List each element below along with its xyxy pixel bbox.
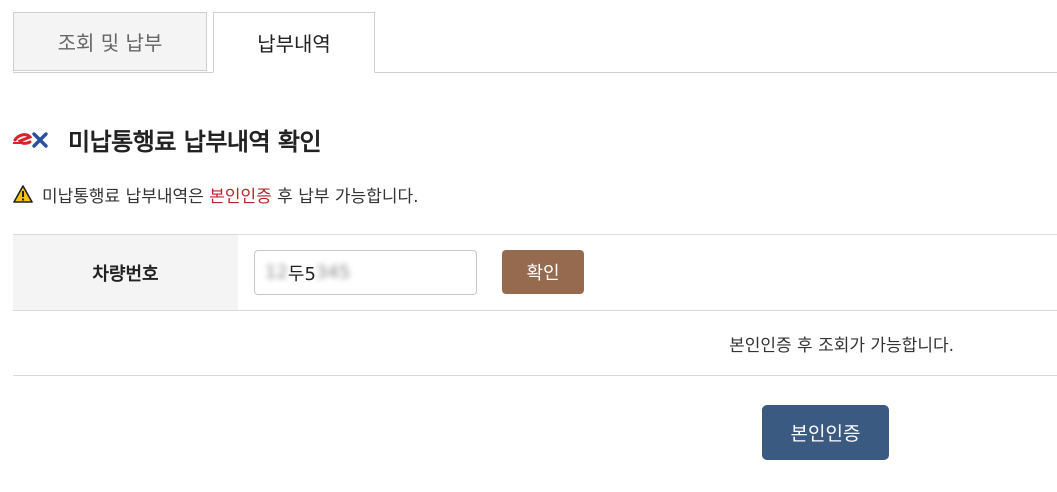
- plate-number-input[interactable]: 12 두5 345: [254, 250, 477, 295]
- ex-logo-icon: [13, 132, 48, 148]
- notice-highlight: 본인인증: [209, 186, 272, 207]
- plate-suffix-masked: 345: [315, 262, 351, 283]
- table-bottom-border: [13, 375, 1057, 376]
- warning-icon: [13, 185, 33, 203]
- tab-inquiry-payment[interactable]: 조회 및 납부: [13, 12, 207, 71]
- tab-payment-history[interactable]: 납부내역: [213, 12, 375, 73]
- confirm-button[interactable]: 확인: [502, 250, 584, 294]
- identity-verification-button[interactable]: 본인인증: [762, 405, 889, 460]
- plate-number-label: 차량번호: [13, 235, 238, 310]
- notice-text-after: 후 납부 가능합니다.: [271, 186, 419, 207]
- tab-bar: 조회 및 납부 납부내역: [13, 12, 1057, 73]
- notice-message: 미납통행료 납부내역은 본인인증 후 납부 가능합니다.: [13, 180, 419, 208]
- section-heading: 미납통행료 납부내역 확인: [13, 121, 322, 157]
- plate-middle: 두5: [287, 263, 316, 285]
- plate-prefix-masked: 12: [265, 262, 288, 283]
- notice-text-before: 미납통행료 납부내역은: [42, 186, 210, 207]
- auth-required-message: 본인인증 후 조회가 가능합니다.: [729, 335, 954, 356]
- page-title: 미납통행료 납부내역 확인: [68, 127, 322, 156]
